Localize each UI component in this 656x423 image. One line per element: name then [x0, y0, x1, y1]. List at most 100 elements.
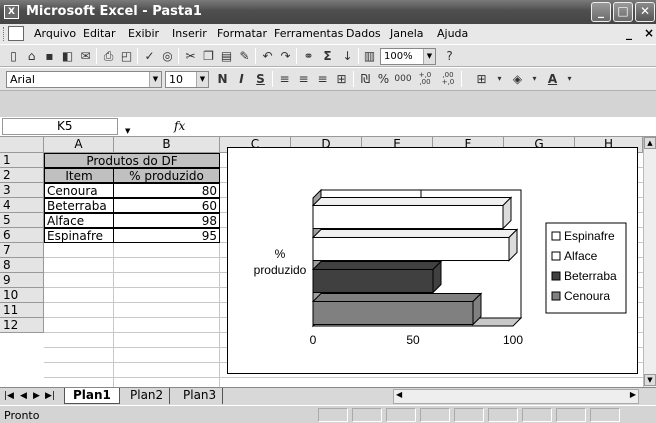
thousands-button[interactable]: 000 — [392, 72, 414, 86]
row-header[interactable]: 9 — [0, 273, 44, 288]
next-sheet-icon[interactable]: ▶ — [33, 391, 40, 401]
help-icon[interactable]: ? — [442, 49, 457, 63]
currency-icon[interactable]: ₪ — [358, 72, 373, 86]
table-title[interactable]: Produtos do DF — [44, 153, 220, 168]
row-header[interactable]: 10 — [0, 288, 44, 303]
tab-plan3[interactable]: Plan3 — [177, 388, 224, 404]
chart-area[interactable]: 0 50 100% produzido Espinafre Alface Beterraba… — [227, 147, 638, 374]
header-item[interactable]: Item — [44, 168, 114, 183]
header-produzido[interactable]: % produzido — [113, 168, 220, 183]
permission-icon[interactable]: ◧ — [60, 49, 75, 63]
cell-item[interactable]: Espinafre — [44, 228, 114, 243]
row-header[interactable]: 4 — [0, 198, 44, 213]
autosum-icon[interactable]: Σ — [320, 49, 335, 63]
font-size-dropdown[interactable]: 10 ▼ — [165, 71, 209, 88]
align-center-icon[interactable]: ≡ — [296, 72, 311, 86]
menu-dados[interactable]: Dados — [346, 27, 381, 40]
italic-button[interactable]: I — [234, 72, 249, 86]
hyperlink-icon[interactable]: ⚭ — [301, 49, 316, 63]
undo-icon[interactable]: ↶ — [260, 49, 275, 63]
increase-decimal-button[interactable]: +,0 ,00 — [415, 72, 435, 86]
scroll-down-icon[interactable]: ▼ — [644, 374, 656, 386]
scroll-right-icon[interactable]: ▶ — [630, 390, 636, 399]
cell-value[interactable]: 98 — [113, 213, 220, 228]
merge-center-icon[interactable]: ⊞ — [334, 72, 349, 86]
menu-janela[interactable]: Janela — [390, 27, 424, 40]
prev-sheet-icon[interactable]: ◀ — [20, 391, 27, 401]
column-header[interactable]: B — [114, 137, 220, 153]
cell-item[interactable]: Cenoura — [44, 183, 114, 198]
row-header[interactable]: 3 — [0, 183, 44, 198]
print-preview-icon[interactable]: ◰ — [119, 49, 134, 63]
save-icon[interactable]: ▪ — [42, 49, 57, 63]
tab-plan2[interactable]: Plan2 — [124, 388, 171, 404]
open-folder-icon[interactable]: ⌂ — [24, 49, 39, 63]
menu-ferramentas[interactable]: Ferramentas — [274, 27, 343, 40]
name-box[interactable]: K5 ▼ — [2, 118, 130, 135]
percent-button[interactable]: % — [376, 72, 391, 86]
copy-icon[interactable]: ❐ — [201, 49, 216, 63]
row-header[interactable]: 6 — [0, 228, 44, 243]
first-sheet-icon[interactable]: |◀ — [4, 391, 14, 401]
scroll-up-icon[interactable]: ▲ — [644, 137, 656, 149]
print-icon[interactable]: ⎙ — [101, 49, 116, 63]
email-icon[interactable]: ✉ — [78, 49, 93, 63]
menu-inserir[interactable]: Inserir — [172, 27, 207, 40]
minimize-button[interactable]: _ — [591, 2, 611, 22]
research-icon[interactable]: ◎ — [160, 49, 175, 63]
menu-arquivo[interactable]: Arquivo — [34, 27, 76, 40]
align-right-icon[interactable]: ≡ — [315, 72, 330, 86]
row-header[interactable]: 5 — [0, 213, 44, 228]
sort-ascending-icon[interactable]: ↓ — [340, 49, 355, 63]
row-header[interactable]: 11 — [0, 303, 44, 318]
scroll-left-icon[interactable]: ◀ — [396, 390, 402, 399]
fx-icon[interactable]: fx — [174, 119, 185, 133]
menu-editar[interactable]: Editar — [83, 27, 116, 40]
chevron-down-icon[interactable]: ▾ — [527, 72, 542, 86]
row-header[interactable]: 2 — [0, 168, 44, 183]
font-color-icon[interactable]: A — [545, 72, 560, 86]
cut-icon[interactable]: ✂ — [183, 49, 198, 63]
chart-wizard-icon[interactable]: ▥ — [362, 49, 377, 63]
chevron-down-icon[interactable]: ▾ — [492, 72, 507, 86]
underline-button[interactable]: S — [253, 72, 268, 86]
row-header[interactable]: 8 — [0, 258, 44, 273]
decrease-decimal-button[interactable]: ,00 +,0 — [438, 72, 458, 86]
align-left-icon[interactable]: ≡ — [277, 72, 292, 86]
doc-minimize-button[interactable]: _ — [626, 26, 632, 40]
new-document-icon[interactable]: ▯ — [6, 49, 21, 63]
maximize-button[interactable]: □ — [613, 2, 633, 22]
zoom-dropdown[interactable]: 100% ▼ — [380, 48, 436, 65]
cell-value[interactable]: 95 — [113, 228, 220, 243]
menu-exibir[interactable]: Exibir — [128, 27, 159, 40]
cell-item[interactable]: Beterraba — [44, 198, 114, 213]
row-header[interactable]: 7 — [0, 243, 44, 258]
horizontal-scrollbar[interactable]: ◀ ▶ — [393, 389, 639, 404]
paste-icon[interactable]: ▤ — [219, 49, 234, 63]
toolbar-grip[interactable] — [3, 27, 6, 41]
doc-close-button[interactable]: × — [644, 26, 654, 40]
close-button[interactable]: ✕ — [635, 2, 655, 22]
tab-plan1[interactable]: Plan1 — [64, 388, 120, 404]
format-painter-icon[interactable]: ✎ — [237, 49, 252, 63]
vertical-scrollbar[interactable]: ▲ ▼ — [643, 137, 656, 387]
cell-value[interactable]: 60 — [113, 198, 220, 213]
cell-item[interactable]: Alface — [44, 213, 114, 228]
workbook-icon[interactable] — [8, 26, 24, 41]
row-header[interactable]: 12 — [0, 318, 44, 333]
borders-icon[interactable]: ⊞ — [474, 72, 489, 86]
redo-icon[interactable]: ↷ — [278, 49, 293, 63]
row-header[interactable]: 1 — [0, 153, 44, 168]
chevron-down-icon[interactable]: ▾ — [562, 72, 577, 86]
select-all-corner[interactable] — [0, 137, 44, 153]
bold-button[interactable]: N — [215, 72, 230, 86]
cell-value[interactable]: 80 — [113, 183, 220, 198]
font-dropdown[interactable]: Arial ▼ — [6, 71, 162, 88]
menu-ajuda[interactable]: Ajuda — [437, 27, 468, 40]
fill-color-icon[interactable]: ◈ — [510, 72, 525, 86]
last-sheet-icon[interactable]: ▶| — [45, 391, 55, 401]
spelling-icon[interactable]: ✓ — [142, 49, 157, 63]
menu-formatar[interactable]: Formatar — [217, 27, 267, 40]
column-header[interactable]: A — [44, 137, 114, 153]
excel-icon[interactable]: X — [4, 5, 19, 19]
